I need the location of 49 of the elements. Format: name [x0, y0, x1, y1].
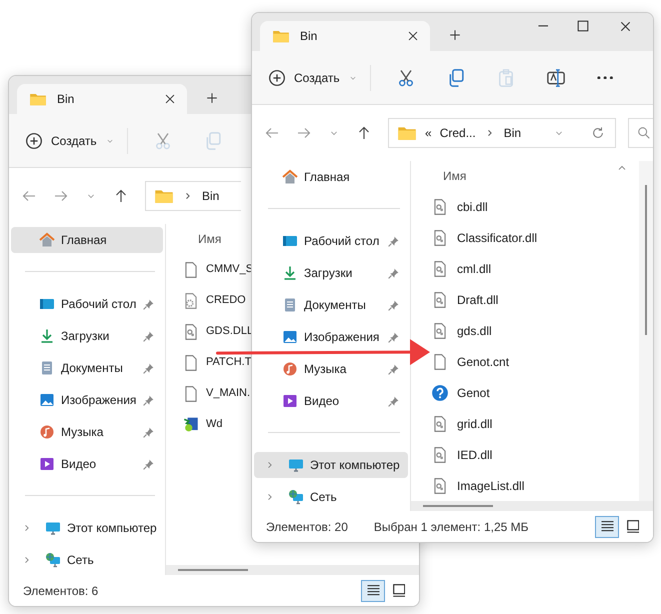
breadcrumb[interactable]: Bin: [504, 124, 522, 142]
sidebar-item[interactable]: Загрузки: [11, 323, 163, 349]
sidebar-item[interactable]: Этот компьютер: [254, 452, 408, 478]
tab[interactable]: Bin: [17, 84, 187, 114]
new-button[interactable]: Создать: [262, 64, 371, 90]
item-count: Элементов: 6: [23, 582, 98, 600]
file-name[interactable]: PATCH.T: [206, 354, 252, 371]
file-name[interactable]: GDS.DLL: [206, 323, 254, 340]
sidebar-item[interactable]: Сеть: [254, 484, 408, 510]
file-name[interactable]: grid.dll: [457, 414, 492, 432]
sidebar-item[interactable]: Изображения: [254, 324, 408, 350]
tab[interactable]: Bin: [260, 21, 430, 51]
file-name[interactable]: Genot.cnt: [457, 352, 510, 370]
column-header[interactable]: Имя: [198, 230, 222, 248]
sidebar-item[interactable]: Музыка: [254, 356, 408, 382]
sidebar-item[interactable]: Загрузки: [254, 260, 408, 286]
file-name[interactable]: gds.dll: [457, 322, 492, 340]
column-header[interactable]: Имя: [443, 167, 466, 185]
address-bar[interactable]: « Cred... Bin: [388, 118, 616, 148]
file-name[interactable]: cml.dll: [457, 260, 492, 278]
breadcrumb[interactable]: Bin: [202, 187, 220, 205]
file-name[interactable]: cbi.dll: [457, 198, 488, 216]
file-name[interactable]: Classificator.dll: [457, 228, 538, 246]
sidebar-item[interactable]: Рабочий стол: [254, 228, 408, 254]
file-name[interactable]: CMMV_S: [206, 261, 254, 278]
file-name[interactable]: CREDO: [206, 292, 246, 309]
sidebar-item[interactable]: Этот компьютер: [11, 515, 163, 541]
new-button[interactable]: Создать: [19, 128, 128, 154]
file-name[interactable]: IED.dll: [457, 446, 492, 464]
breadcrumb-overflow[interactable]: «: [425, 124, 432, 142]
item-count: Элементов: 20: [266, 518, 348, 536]
sidebar-item[interactable]: Музыка: [11, 419, 163, 445]
file-name[interactable]: Genot: [457, 384, 490, 402]
selection-info: Выбран 1 элемент: 1,25 МБ: [374, 518, 529, 536]
sidebar-item[interactable]: Документы: [11, 355, 163, 381]
sidebar-item[interactable]: Главная: [11, 227, 163, 253]
sidebar-item[interactable]: Видео: [254, 388, 408, 414]
sidebar-item[interactable]: Сеть: [11, 547, 163, 573]
breadcrumb[interactable]: Cred...: [440, 124, 476, 142]
sidebar-item[interactable]: Главная: [254, 164, 408, 190]
file-name[interactable]: ImageList.dll: [457, 476, 524, 494]
sidebar-item[interactable]: Документы: [254, 292, 408, 318]
address-bar[interactable]: Bin: [145, 181, 241, 211]
sidebar-item[interactable]: Рабочий стол: [11, 291, 163, 317]
sidebar-item[interactable]: Видео: [11, 451, 163, 477]
file-name[interactable]: Draft.dll: [457, 290, 498, 308]
file-name[interactable]: Wd: [206, 416, 222, 433]
sidebar-item[interactable]: Изображения: [11, 387, 163, 413]
file-name[interactable]: V_MAIN.: [206, 385, 250, 402]
